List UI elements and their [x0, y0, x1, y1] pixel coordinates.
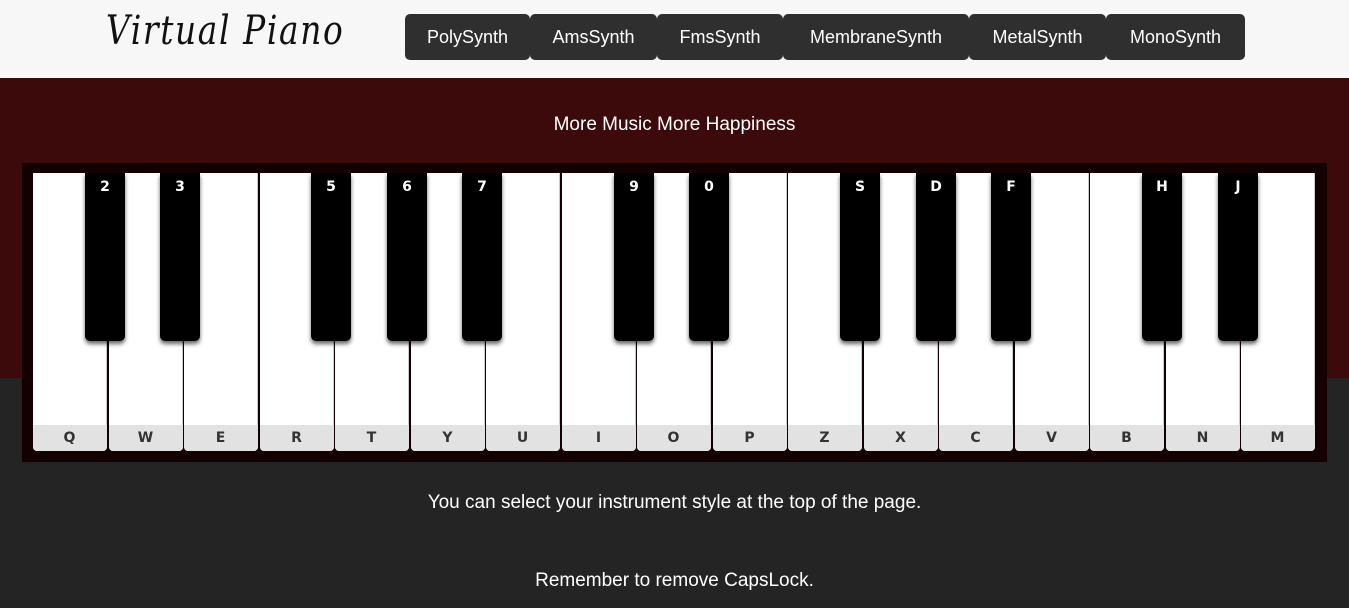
piano-keyboard: Q W E R T Y U I O P Z X C V B N M 2 3 5 … — [22, 163, 1327, 462]
key-label: F — [1006, 179, 1016, 195]
synth-button-monosynth[interactable]: MonoSynth — [1106, 14, 1245, 60]
key-label: B — [1090, 425, 1164, 451]
site-logo[interactable]: Virtual Piano — [106, 8, 344, 54]
key-label: E — [184, 425, 258, 451]
key-label: C — [939, 425, 1013, 451]
key-label: 0 — [704, 179, 714, 195]
key-label: Q — [33, 425, 107, 451]
key-label: X — [864, 425, 938, 451]
black-key[interactable]: 2 — [85, 173, 125, 341]
black-key[interactable]: 9 — [614, 173, 654, 341]
key-label: D — [930, 179, 942, 195]
key-label: I — [562, 425, 636, 451]
tagline: More Music More Happiness — [553, 114, 796, 135]
synth-button-fmssynth[interactable]: FmsSynth — [657, 14, 783, 60]
key-label: P — [713, 425, 787, 451]
key-label: 9 — [629, 179, 639, 195]
key-label: O — [637, 425, 711, 451]
black-key[interactable]: 3 — [160, 173, 200, 341]
key-label: 7 — [477, 179, 487, 195]
key-label: W — [109, 425, 183, 451]
black-key[interactable]: J — [1218, 173, 1258, 341]
synth-button-amssynth[interactable]: AmsSynth — [530, 14, 657, 60]
black-key[interactable]: 6 — [387, 173, 427, 341]
black-key[interactable]: F — [991, 173, 1031, 341]
key-label: 6 — [402, 179, 412, 195]
key-label: V — [1015, 425, 1089, 451]
key-label: 3 — [175, 179, 185, 195]
key-label: H — [1156, 179, 1168, 195]
key-label: R — [260, 425, 334, 451]
black-key[interactable]: H — [1142, 173, 1182, 341]
key-label: Y — [411, 425, 485, 451]
black-key[interactable]: 0 — [689, 173, 729, 341]
black-key[interactable]: 5 — [311, 173, 351, 341]
key-label: T — [335, 425, 409, 451]
capslock-reminder: Remember to remove CapsLock. — [535, 570, 814, 591]
black-key[interactable]: S — [840, 173, 880, 341]
key-label: U — [486, 425, 560, 451]
black-key[interactable]: 7 — [462, 173, 502, 341]
synth-button-membranesynth[interactable]: MembraneSynth — [783, 14, 969, 60]
instructions-text: You can select your instrument style at … — [427, 492, 922, 513]
key-label: S — [854, 179, 866, 195]
key-label: Z — [788, 425, 862, 451]
black-key[interactable]: D — [916, 173, 956, 341]
key-label: 5 — [326, 179, 336, 195]
key-label: J — [1235, 179, 1241, 195]
site-header: Virtual Piano PolySynth AmsSynth FmsSynt… — [0, 0, 1349, 78]
key-label: N — [1166, 425, 1240, 451]
synth-button-polysynth[interactable]: PolySynth — [405, 14, 530, 60]
synth-button-metalsynth[interactable]: MetalSynth — [969, 14, 1106, 60]
key-label: M — [1241, 425, 1315, 451]
key-label: 2 — [100, 179, 110, 195]
